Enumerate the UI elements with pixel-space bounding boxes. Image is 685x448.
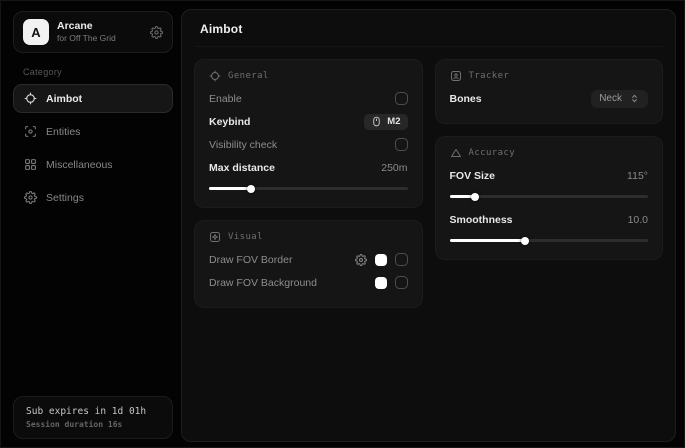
- person-box-icon: [450, 70, 462, 82]
- sidebar-item-entities[interactable]: Entities: [13, 117, 173, 146]
- main-header: Aimbot: [194, 10, 663, 47]
- fov-border-color-swatch[interactable]: [375, 254, 387, 266]
- sidebar-item-miscellaneous[interactable]: Miscellaneous: [13, 150, 173, 179]
- grid-icon: [24, 158, 37, 171]
- page-title: Aimbot: [200, 22, 657, 36]
- smoothness-row: Smoothness 10.0: [450, 208, 649, 231]
- draw-fov-border-label: Draw FOV Border: [209, 254, 292, 266]
- max-distance-row: Max distance 250m: [209, 156, 408, 179]
- entities-scan-icon: [24, 125, 37, 138]
- max-distance-label: Max distance: [209, 162, 275, 174]
- enable-row: Enable: [209, 87, 408, 110]
- fov-size-label: FOV Size: [450, 170, 496, 182]
- draw-fov-background-row: Draw FOV Background: [209, 271, 408, 294]
- visibility-check-row: Visibility check: [209, 133, 408, 156]
- card-title: Visual: [228, 232, 263, 242]
- sidebar-item-label: Miscellaneous: [46, 159, 113, 171]
- accuracy-card: Accuracy FOV Size 115° Smoothness: [435, 136, 664, 260]
- general-card-header: General: [209, 70, 408, 82]
- mouse-icon: [371, 116, 382, 127]
- crosshair-icon: [24, 92, 37, 105]
- max-distance-value: 250m: [381, 162, 407, 174]
- keybind-row: Keybind M2: [209, 110, 408, 133]
- visibility-check-checkbox[interactable]: [395, 138, 408, 151]
- slider-thumb[interactable]: [471, 193, 479, 201]
- crosshair-icon: [209, 70, 221, 82]
- bones-label: Bones: [450, 93, 482, 105]
- tracker-card-header: Tracker: [450, 70, 649, 82]
- draw-fov-background-label: Draw FOV Background: [209, 277, 317, 289]
- keybind-button[interactable]: M2: [364, 114, 407, 130]
- smoothness-value: 10.0: [628, 214, 648, 226]
- card-title: General: [228, 71, 269, 81]
- sidebar-item-label: Entities: [46, 126, 80, 138]
- category-label: Category: [23, 67, 169, 77]
- general-card: General Enable Keybind M2: [194, 59, 423, 208]
- sidebar-item-label: Settings: [46, 192, 84, 204]
- brand-logo: A: [23, 19, 49, 45]
- tracker-card: Tracker Bones Neck: [435, 59, 664, 124]
- fov-size-value: 115°: [627, 170, 648, 182]
- enable-label: Enable: [209, 93, 242, 105]
- visual-card-header: Visual: [209, 231, 408, 243]
- slider-thumb[interactable]: [247, 185, 255, 193]
- app-window: A Arcane for Off The Grid Category Aimbo…: [0, 0, 685, 448]
- bones-row: Bones Neck: [450, 87, 649, 110]
- card-title: Accuracy: [469, 148, 516, 158]
- accuracy-card-header: Accuracy: [450, 147, 649, 159]
- draw-fov-border-checkbox[interactable]: [395, 253, 408, 266]
- draw-fov-background-checkbox[interactable]: [395, 276, 408, 289]
- gear-icon: [24, 191, 37, 204]
- bones-selected-value: Neck: [599, 93, 622, 104]
- sidebar-item-label: Aimbot: [46, 93, 82, 105]
- brand-card: A Arcane for Off The Grid: [13, 11, 173, 53]
- bones-select[interactable]: Neck: [591, 90, 648, 108]
- sidebar-item-settings[interactable]: Settings: [13, 183, 173, 212]
- sparkle-box-icon: [209, 231, 221, 243]
- main-panel: Aimbot General Enable: [181, 9, 676, 442]
- keybind-value: M2: [387, 116, 400, 127]
- fov-background-color-swatch[interactable]: [375, 277, 387, 289]
- fov-size-row: FOV Size 115°: [450, 164, 649, 187]
- visibility-check-label: Visibility check: [209, 139, 277, 151]
- updown-icon: [629, 93, 640, 104]
- smoothness-slider[interactable]: [450, 239, 649, 242]
- brand-subtitle: for Off The Grid: [57, 33, 116, 44]
- enable-checkbox[interactable]: [395, 92, 408, 105]
- sidebar: A Arcane for Off The Grid Category Aimbo…: [1, 1, 179, 447]
- triangle-icon: [450, 147, 462, 159]
- session-duration-text: Session duration 16s: [26, 420, 160, 429]
- fov-size-slider[interactable]: [450, 195, 649, 198]
- max-distance-slider[interactable]: [209, 187, 408, 190]
- card-title: Tracker: [469, 71, 510, 81]
- brand-title: Arcane: [57, 20, 116, 33]
- draw-fov-border-row: Draw FOV Border: [209, 248, 408, 271]
- sidebar-item-aimbot[interactable]: Aimbot: [13, 84, 173, 113]
- gear-icon[interactable]: [355, 254, 367, 266]
- gear-icon[interactable]: [150, 26, 163, 39]
- keybind-label: Keybind: [209, 116, 250, 128]
- smoothness-label: Smoothness: [450, 214, 513, 226]
- subscription-card: Sub expires in 1d 01h Session duration 1…: [13, 396, 173, 439]
- visual-card: Visual Draw FOV Border Draw: [194, 220, 423, 308]
- sub-expiry-text: Sub expires in 1d 01h: [26, 406, 160, 417]
- slider-thumb[interactable]: [521, 237, 529, 245]
